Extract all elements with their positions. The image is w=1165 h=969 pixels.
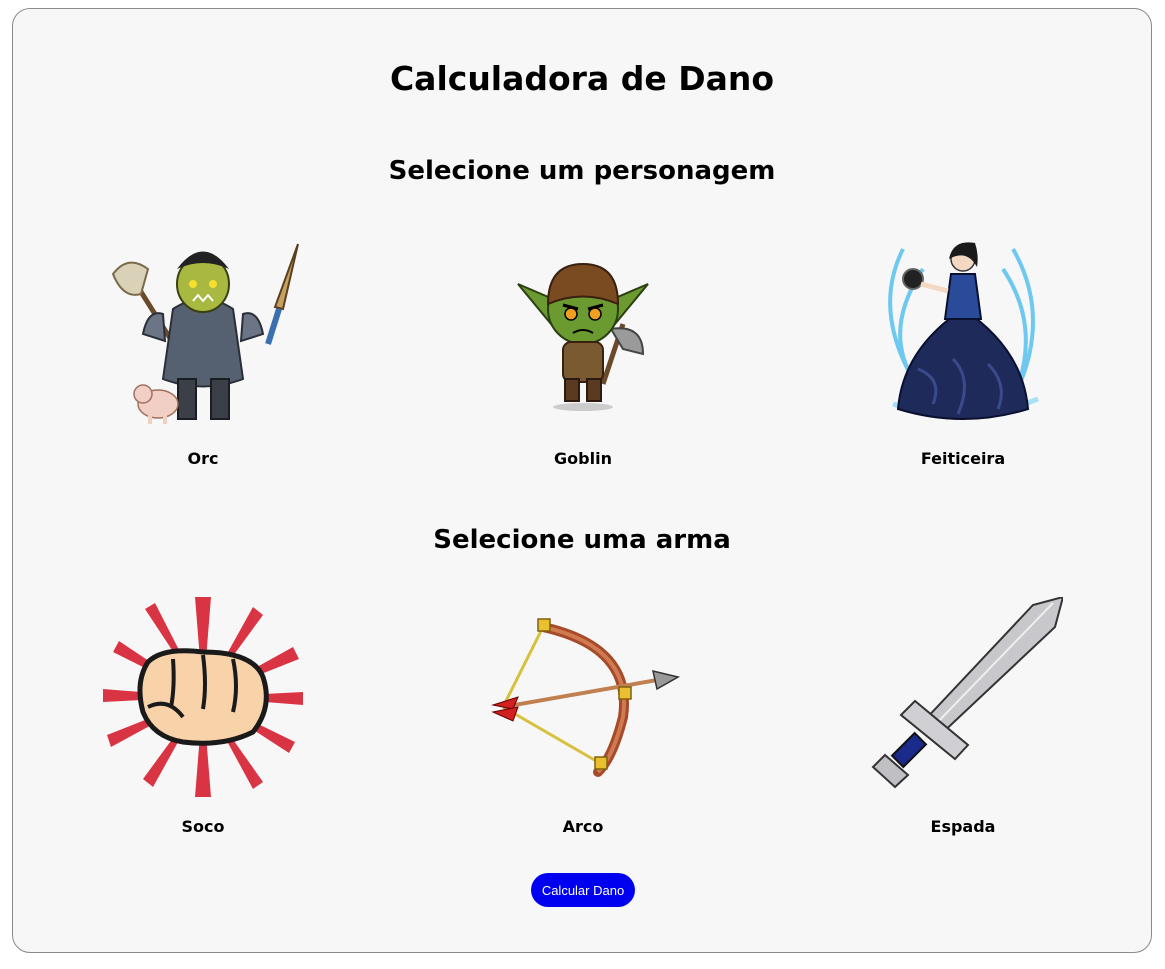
character-option-feiticeira[interactable]: Feiticeira [843,229,1083,469]
weapon-section-heading: Selecione uma arma [433,525,731,555]
character-label-orc: Orc [187,449,219,468]
character-section-heading: Selecione um personagem [388,156,776,186]
character-label-goblin: Goblin [554,449,612,468]
goblin-icon [517,262,649,411]
weapon-option-arco[interactable]: Arco [463,597,703,837]
fist-icon [103,597,303,797]
character-option-orc[interactable]: Orc [83,229,323,469]
weapon-label-arco: Arco [562,817,604,836]
weapon-option-soco[interactable]: Soco [83,597,323,837]
character-option-goblin[interactable]: Goblin [463,229,703,469]
sorceress-icon [888,242,1039,420]
orc-icon [111,243,299,424]
page-title: Calculadora de Dano [389,59,775,98]
calculate-damage-button[interactable]: Calcular Dano [531,873,635,907]
weapon-option-espada[interactable]: Espada [843,597,1083,837]
character-label-feiticeira: Feiticeira [920,449,1006,468]
weapon-label-espada: Espada [930,817,996,836]
sword-icon [871,597,1063,789]
weapon-label-soco: Soco [181,817,225,836]
calculator-panel: Calculadora de Dano Selecione um persona… [12,8,1152,953]
bow-icon [491,618,681,777]
